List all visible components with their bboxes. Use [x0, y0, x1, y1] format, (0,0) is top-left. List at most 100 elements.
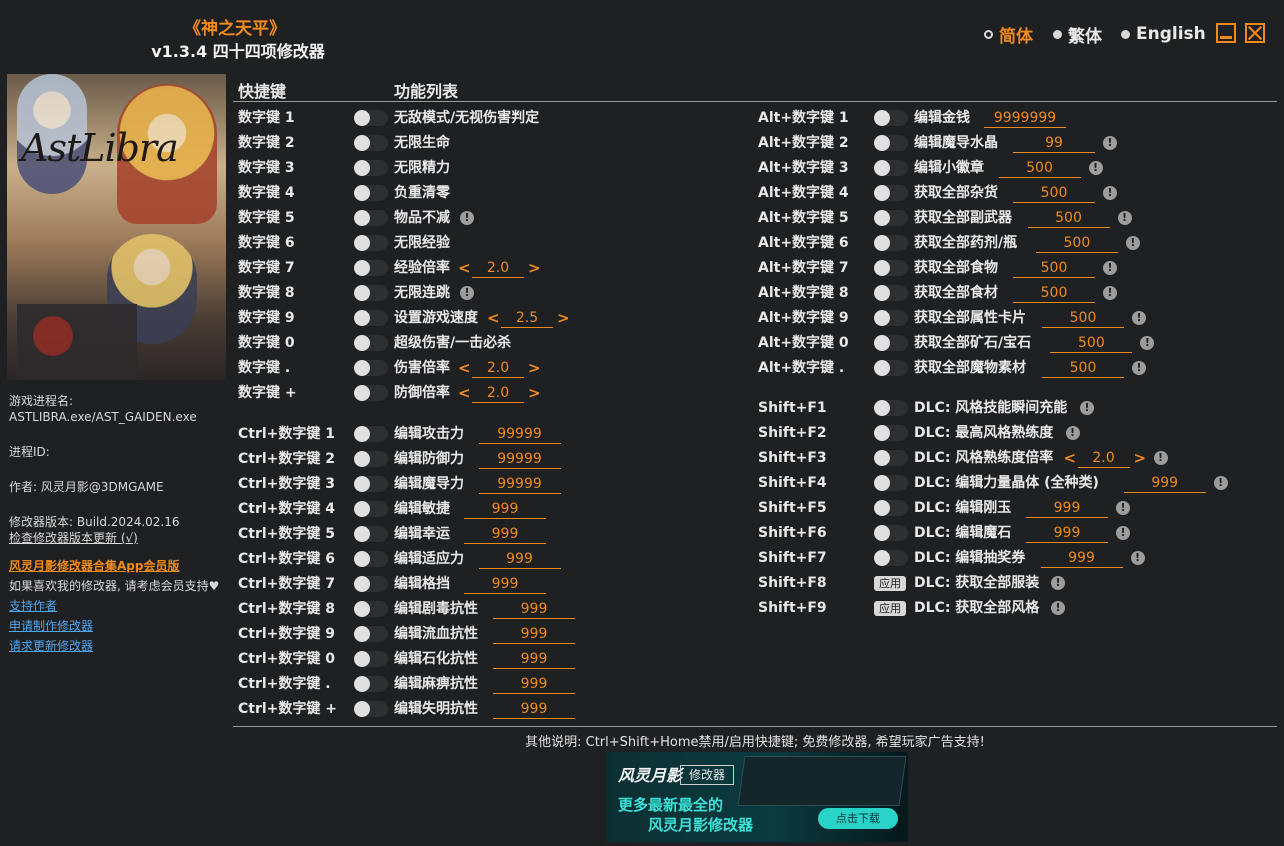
language-simplified[interactable]: 简体	[984, 22, 1033, 47]
info-icon[interactable]: !	[1080, 401, 1094, 415]
value-input[interactable]: 999	[493, 674, 575, 694]
value-input[interactable]: 9999999	[984, 108, 1066, 128]
info-icon[interactable]: !	[1125, 236, 1140, 250]
app-title: 《神之天平》	[184, 19, 286, 39]
value-input[interactable]: 999	[1026, 498, 1108, 518]
value-input[interactable]: 999	[493, 649, 575, 669]
value-input[interactable]: 500	[1042, 358, 1124, 378]
info-icon[interactable]: !	[1103, 186, 1117, 200]
info-icon[interactable]: !	[1117, 211, 1132, 225]
toggle-switch[interactable]	[354, 676, 388, 692]
feature-label: 获取全部矿石/宝石	[914, 335, 1032, 351]
value-input[interactable]: 999	[1040, 548, 1123, 568]
feature-row: Alt+数字键 7 获取全部食物 500!	[0, 258, 1284, 278]
toggle-switch[interactable]	[874, 475, 908, 491]
close-icon[interactable]	[1245, 23, 1265, 43]
info-icon[interactable]: !	[1140, 336, 1155, 350]
hotkey-label: Ctrl+数字键 9	[238, 626, 336, 642]
feature-row: Shift+F8 应用 DLC: 获取全部服装!	[0, 573, 1284, 593]
info-icon[interactable]: !	[1116, 501, 1130, 515]
value-input[interactable]: 500	[1050, 333, 1133, 353]
apply-button[interactable]: 应用	[874, 601, 906, 616]
info-icon[interactable]: !	[1153, 451, 1168, 465]
banner-download-button[interactable]: 点击下载	[818, 808, 898, 829]
toggle-switch[interactable]	[874, 160, 908, 176]
increase-arrow-icon[interactable]: >	[1134, 448, 1147, 468]
feature-label: 编辑流血抗性	[394, 626, 478, 642]
feature-row: Alt+数字键 6 获取全部药剂/瓶 500!	[0, 233, 1284, 253]
toggle-switch[interactable]	[874, 450, 908, 466]
toggle-switch[interactable]	[874, 110, 908, 126]
hotkey-label: Ctrl+数字键 .	[238, 676, 331, 692]
feature-label: 获取全部食材	[914, 285, 998, 301]
feature-label: 编辑小徽章	[914, 160, 984, 176]
value-input[interactable]: 99	[1013, 133, 1095, 153]
feature-row: Ctrl+数字键 0 编辑石化抗性 999	[0, 649, 1284, 669]
value-input[interactable]: 500	[1013, 283, 1095, 303]
value-input[interactable]: 999	[1123, 473, 1206, 493]
feature-label: DLC: 获取全部风格	[914, 600, 1040, 616]
feature-label: 获取全部魔物素材	[914, 360, 1026, 376]
feature-label: 获取全部副武器	[914, 210, 1012, 226]
info-icon[interactable]: !	[1103, 286, 1117, 300]
value-input[interactable]: 500	[1013, 258, 1095, 278]
feature-label: DLC: 编辑力量晶体 (全种类)	[914, 475, 1099, 491]
toggle-switch[interactable]	[874, 425, 908, 441]
language-traditional-label: 繁体	[1068, 26, 1102, 47]
multiplier-value[interactable]: 2.0	[1077, 448, 1130, 468]
info-icon[interactable]: !	[1065, 426, 1080, 440]
value-input[interactable]: 999	[1026, 523, 1108, 543]
toggle-switch[interactable]	[874, 260, 908, 276]
toggle-switch[interactable]	[874, 185, 908, 201]
value-input[interactable]: 500	[998, 158, 1081, 178]
header-divider	[233, 101, 1277, 102]
language-english[interactable]: English	[1121, 22, 1206, 46]
info-icon[interactable]: !	[1130, 551, 1145, 565]
value-input[interactable]: 500	[1027, 208, 1110, 228]
toggle-switch[interactable]	[874, 210, 908, 226]
feature-label: 编辑石化抗性	[394, 651, 478, 667]
info-icon[interactable]: !	[1132, 311, 1146, 325]
toggle-switch[interactable]	[354, 701, 388, 717]
apply-button[interactable]: 应用	[874, 576, 906, 591]
info-icon[interactable]: !	[1213, 476, 1228, 490]
footer-note: 其他说明: Ctrl+Shift+Home禁用/启用快捷键; 免费修改器, 希望…	[525, 735, 985, 750]
language-traditional[interactable]: 繁体	[1053, 22, 1102, 47]
hotkey-label: Shift+F8	[758, 575, 827, 591]
feature-label: DLC: 编辑抽奖券	[914, 550, 1026, 566]
info-icon[interactable]: !	[1051, 601, 1065, 615]
value-input[interactable]: 500	[1013, 183, 1095, 203]
hotkey-label: Alt+数字键 4	[758, 185, 849, 201]
value-input[interactable]: 999	[493, 699, 575, 719]
radio-unselected-icon	[1121, 29, 1130, 39]
hotkey-label: Shift+F7	[758, 550, 827, 566]
info-icon[interactable]: !	[1116, 526, 1130, 540]
decrease-arrow-icon[interactable]: <	[1064, 448, 1077, 468]
toggle-switch[interactable]	[354, 626, 388, 642]
feature-row: Ctrl+数字键 9 编辑流血抗性 999	[0, 624, 1284, 644]
value-input[interactable]: 500	[1042, 308, 1124, 328]
info-icon[interactable]: !	[1051, 576, 1065, 590]
info-icon[interactable]: !	[1103, 136, 1117, 150]
toggle-switch[interactable]	[874, 360, 908, 376]
hotkey-label: Shift+F2	[758, 425, 827, 441]
toggle-switch[interactable]	[874, 235, 908, 251]
feature-label: DLC: 风格技能瞬间充能	[914, 400, 1068, 416]
value-input[interactable]: 500	[1035, 233, 1118, 253]
value-input[interactable]: 999	[493, 624, 575, 644]
toggle-switch[interactable]	[874, 500, 908, 516]
minimize-icon[interactable]	[1216, 23, 1236, 43]
toggle-switch[interactable]	[874, 310, 908, 326]
info-icon[interactable]: !	[1088, 161, 1103, 175]
ad-banner[interactable]: 风灵月影 修改器 更多最新最全的 风灵月影修改器 点击下载	[606, 752, 908, 842]
feature-label: 编辑魔导水晶	[914, 135, 998, 151]
toggle-switch[interactable]	[874, 525, 908, 541]
toggle-switch[interactable]	[874, 135, 908, 151]
toggle-switch[interactable]	[874, 285, 908, 301]
toggle-switch[interactable]	[874, 335, 908, 351]
info-icon[interactable]: !	[1132, 361, 1146, 375]
toggle-switch[interactable]	[874, 400, 908, 416]
toggle-switch[interactable]	[874, 550, 908, 566]
info-icon[interactable]: !	[1103, 261, 1117, 275]
toggle-switch[interactable]	[354, 651, 388, 667]
